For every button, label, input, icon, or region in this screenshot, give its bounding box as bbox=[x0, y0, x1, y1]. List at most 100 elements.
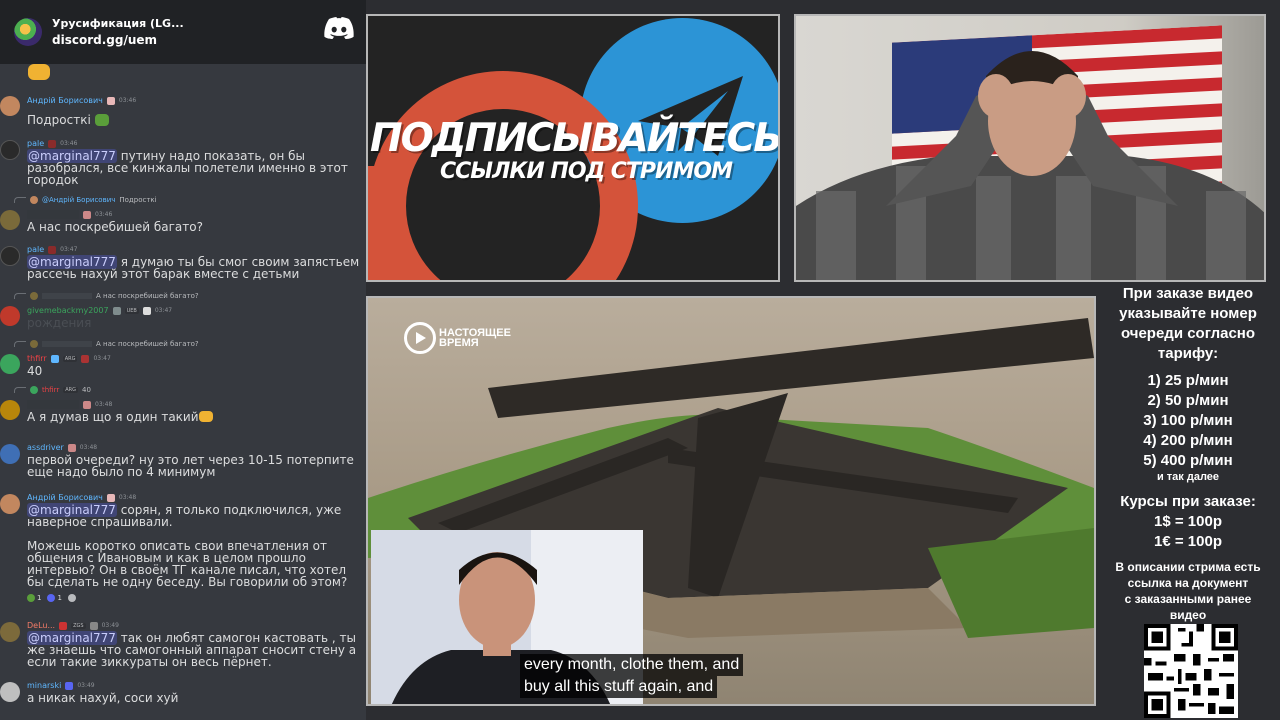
timestamp: 03:46 bbox=[95, 211, 113, 218]
user-tag-badge: ARG bbox=[62, 355, 78, 362]
reply-user: thfirr bbox=[42, 386, 60, 394]
user-avatar bbox=[0, 210, 20, 230]
user-avatar bbox=[0, 494, 20, 514]
username[interactable]: thfirr bbox=[27, 354, 47, 363]
server-name: Урусификация (LG... bbox=[52, 17, 184, 30]
user-avatar bbox=[0, 622, 20, 642]
reply-preview[interactable]: А нас поскребишей багато? bbox=[14, 292, 199, 300]
server-invite-link[interactable]: discord.gg/uem bbox=[52, 33, 184, 47]
message-text: 40 bbox=[27, 364, 43, 378]
role-icon bbox=[65, 681, 74, 690]
subtitle-line-2: buy all this stuff again, and bbox=[520, 676, 718, 698]
streamer-webcam bbox=[794, 14, 1266, 282]
stream-layout: Урусификация (LG... discord.gg/uem Андрі… bbox=[0, 0, 1280, 720]
role-icon bbox=[83, 400, 91, 409]
role-icon bbox=[50, 354, 59, 363]
banner-title: ПОДПИСЫВАЙТЕСЬ bbox=[370, 116, 780, 161]
subscribe-banner: ПОДПИСЫВАЙТЕСЬ ССЫЛКИ ПОД СТРИМОМ bbox=[366, 14, 780, 282]
timestamp: 03:49 bbox=[101, 622, 119, 629]
user-avatar bbox=[0, 354, 20, 374]
reaction[interactable]: 1 bbox=[27, 594, 41, 602]
role-icon bbox=[59, 621, 68, 630]
exchange-rates: Курсы при заказе: 1$ = 100р 1€ = 100р bbox=[1120, 493, 1256, 550]
timestamp: 03:46 bbox=[60, 140, 78, 147]
tariff-item: 2) 50 р/мин bbox=[1147, 392, 1229, 409]
order-instructions: При заказе видео указывайте номер очеред… bbox=[1119, 285, 1257, 362]
role-icon bbox=[48, 139, 57, 148]
reply-preview[interactable]: А нас поскребишей багато? bbox=[14, 340, 199, 348]
reply-text: А нас поскребишей багато? bbox=[96, 340, 199, 348]
reaction-bar[interactable]: 1 1 bbox=[27, 594, 78, 602]
timestamp: 03:48 bbox=[118, 494, 137, 501]
user-avatar bbox=[0, 682, 20, 702]
user-avatar bbox=[0, 400, 20, 420]
username[interactable] bbox=[27, 400, 79, 409]
and-more-label: и так далее bbox=[1156, 471, 1220, 483]
timestamp: 03:49 bbox=[77, 682, 95, 689]
role-icon bbox=[106, 96, 115, 105]
banner-subtitle: ССЫЛКИ ПОД СТРИМОМ bbox=[440, 159, 733, 184]
user-tag-badge: ZGS bbox=[71, 622, 86, 629]
role-icon bbox=[48, 245, 57, 254]
video-player[interactable]: НАСТОЯЩЕЕ ВРЕМЯ every month, clothe them,… bbox=[366, 296, 1096, 706]
username[interactable]: DeLu... bbox=[27, 621, 55, 630]
user-avatar bbox=[0, 246, 20, 266]
tariff-item: 4) 200 р/мин bbox=[1143, 432, 1233, 449]
message-text: первой очереди? ну это лет через 10-15 п… bbox=[27, 453, 354, 479]
message-text: @marginal777 сорян, я только подключился… bbox=[27, 503, 342, 529]
role-icon bbox=[112, 306, 121, 315]
tariff-item: 1) 25 р/мин bbox=[1147, 372, 1229, 389]
qr-code-icon[interactable] bbox=[1144, 624, 1238, 718]
emoji-sticker bbox=[28, 64, 50, 80]
play-logo-icon bbox=[404, 322, 436, 354]
tariff-list: 1) 25 р/мин 2) 50 р/мин 3) 100 р/мин 4) … bbox=[1096, 371, 1280, 483]
streamer-figure bbox=[796, 51, 1264, 280]
message-text: рождения bbox=[27, 316, 92, 330]
timestamp: 03:46 bbox=[118, 97, 137, 104]
user-avatar bbox=[0, 444, 20, 464]
username[interactable]: Андрій Борисович bbox=[27, 96, 103, 105]
message-list[interactable]: Андрій Борисович 03:46 Подросткі pale 03… bbox=[0, 64, 366, 720]
user-avatar bbox=[0, 306, 20, 326]
timestamp: 03:48 bbox=[95, 401, 113, 408]
emoji bbox=[94, 114, 109, 126]
message-text-continued: Можешь коротко описать свои впечатления … bbox=[27, 539, 348, 589]
role-icon bbox=[83, 210, 91, 219]
reply-preview[interactable]: thfirr ARG 40 bbox=[14, 386, 91, 394]
discord-logo-icon bbox=[324, 17, 354, 39]
username[interactable]: givemebackmy2007 bbox=[27, 306, 109, 315]
message-text: @marginal777 так он любят самогон кастов… bbox=[27, 631, 357, 669]
tariff-item: 5) 400 р/мин bbox=[1143, 452, 1233, 469]
username[interactable]: Андрій Борисович bbox=[27, 493, 103, 502]
timestamp: 03:47 bbox=[154, 307, 173, 314]
username[interactable] bbox=[27, 210, 79, 219]
nastoyashchee-vremya-logo: НАСТОЯЩЕЕ ВРЕМЯ bbox=[404, 322, 511, 354]
user-avatar bbox=[0, 140, 20, 160]
timestamp: 03:48 bbox=[79, 444, 98, 451]
username[interactable]: pale bbox=[27, 245, 44, 254]
reaction[interactable]: 1 bbox=[47, 594, 62, 602]
username[interactable]: assdriver bbox=[27, 443, 64, 452]
message-text: Подросткі bbox=[27, 114, 363, 126]
message-text: а никак нахуй, соси хуй bbox=[27, 691, 179, 705]
tariff-item: 3) 100 р/мин bbox=[1143, 412, 1233, 429]
username[interactable]: pale bbox=[27, 139, 44, 148]
role-icon bbox=[106, 493, 115, 502]
reply-text: Подросткі bbox=[119, 196, 157, 204]
user-tag-badge: UEB bbox=[124, 307, 139, 314]
user-avatar bbox=[0, 96, 20, 116]
timestamp: 03:47 bbox=[93, 355, 111, 362]
role-icon bbox=[89, 621, 98, 630]
reaction[interactable] bbox=[67, 594, 78, 602]
username[interactable]: minarski bbox=[27, 681, 61, 690]
emoji bbox=[198, 411, 213, 422]
reply-user: @Андрій Борисович bbox=[42, 196, 116, 204]
reply-text: А нас поскребишей багато? bbox=[96, 292, 199, 300]
role-icon bbox=[81, 354, 90, 363]
discord-header[interactable]: Урусификация (LG... discord.gg/uem bbox=[0, 0, 366, 64]
order-info-panel: При заказе видео указывайте номер очеред… bbox=[1096, 282, 1280, 720]
reply-preview[interactable]: @Андрій Борисович Подросткі bbox=[14, 196, 157, 204]
role-icon bbox=[67, 443, 76, 452]
timestamp: 03:47 bbox=[60, 246, 78, 253]
server-icon bbox=[14, 18, 42, 46]
